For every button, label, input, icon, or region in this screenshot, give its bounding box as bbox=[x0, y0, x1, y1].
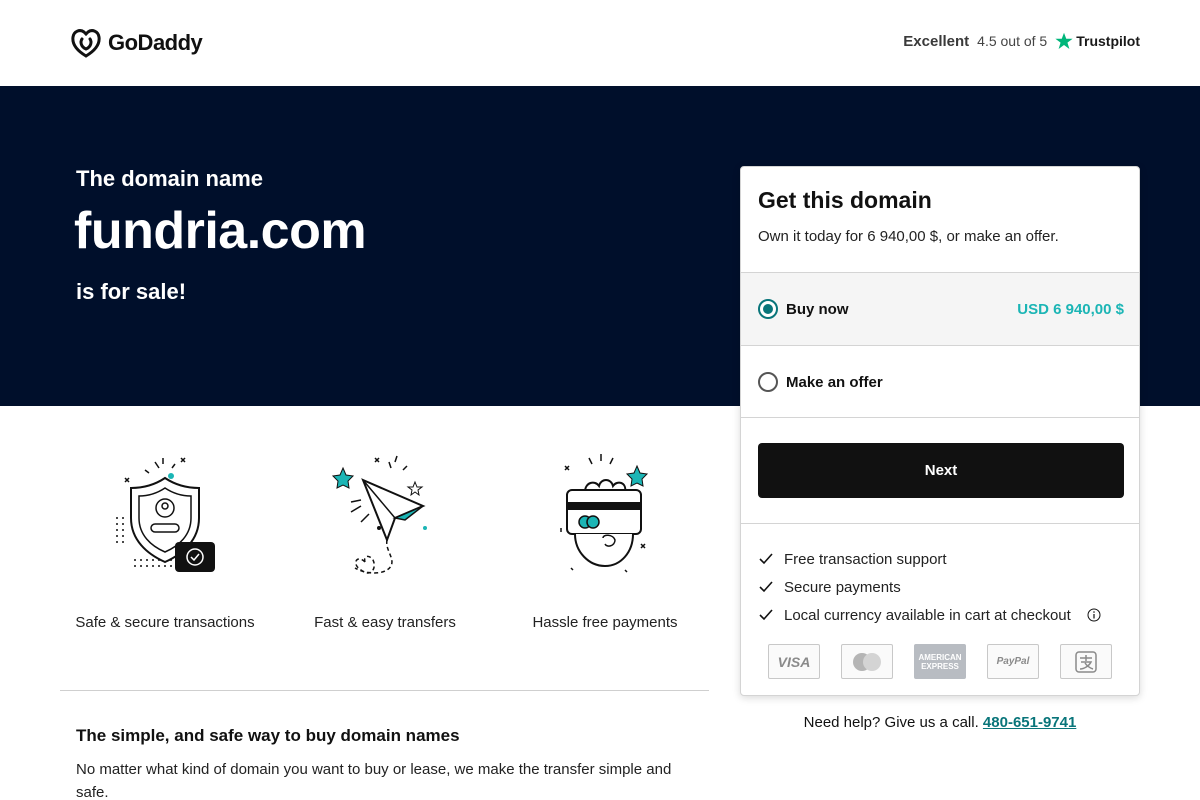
option-make-offer[interactable]: Make an offer bbox=[741, 345, 1139, 418]
feature-payments: Hassle free payments bbox=[500, 440, 710, 631]
trustpilot-rating[interactable]: Excellent 4.5 out of 5 Trustpilot bbox=[903, 32, 1140, 50]
radio-make-offer[interactable] bbox=[758, 372, 778, 392]
benefit-text: Secure payments bbox=[784, 578, 901, 596]
info-icon[interactable] bbox=[1087, 608, 1101, 622]
help-phone-link[interactable]: 480-651-9741 bbox=[983, 714, 1076, 731]
benefit-item: Secure payments bbox=[758, 573, 1101, 601]
hero-post-text: is for sale! bbox=[76, 279, 187, 304]
mastercard-icon bbox=[841, 644, 893, 679]
benefit-text: Free transaction support bbox=[784, 550, 947, 568]
option-buy-now[interactable]: Buy now USD 6 940,00 $ bbox=[741, 272, 1139, 345]
domain-name: fundria.com bbox=[74, 202, 367, 260]
card-divider bbox=[741, 523, 1139, 524]
help-line: Need help? Give us a call. 480-651-9741 bbox=[740, 714, 1140, 731]
card-subtitle: Own it today for 6 940,00 $, or make an … bbox=[758, 228, 1059, 245]
godaddy-logo[interactable]: GoDaddy bbox=[70, 28, 203, 58]
visa-icon: VISA bbox=[768, 644, 820, 679]
option-label: Buy now bbox=[786, 301, 849, 318]
benefit-item: Free transaction support bbox=[758, 545, 1101, 573]
next-button[interactable]: Next bbox=[758, 443, 1124, 498]
amex-icon: AMERICAN EXPRESS bbox=[914, 644, 966, 679]
alipay-icon bbox=[1060, 644, 1112, 679]
trust-rating-label: Excellent bbox=[903, 32, 970, 50]
paypal-icon: PayPal bbox=[987, 644, 1039, 679]
feature-label: Hassle free payments bbox=[532, 614, 678, 631]
trustpilot-label: Trustpilot bbox=[1076, 33, 1140, 49]
shield-icon bbox=[116, 457, 215, 572]
feature-label: Fast & easy transfers bbox=[314, 614, 456, 631]
feature-label: Safe & secure transactions bbox=[75, 614, 255, 631]
alipay-logo bbox=[1075, 650, 1097, 673]
info-text: No matter what kind of domain you want t… bbox=[76, 761, 672, 800]
checkmark-icon bbox=[759, 553, 773, 565]
top-bar: GoDaddy Excellent 4.5 out of 5 Trustpilo… bbox=[0, 0, 1200, 86]
benefit-text: Local currency available in cart at chec… bbox=[784, 606, 1071, 624]
card-title: Get this domain bbox=[758, 187, 932, 213]
checkmark-icon bbox=[759, 609, 773, 621]
feature-transfer: Fast & easy transfers bbox=[280, 440, 490, 631]
mastercard-logo bbox=[853, 652, 881, 671]
godaddy-logo-icon bbox=[71, 29, 101, 58]
trustpilot-brand: Trustpilot bbox=[1055, 32, 1140, 50]
star-icon bbox=[1055, 32, 1073, 49]
benefits-list: Free transaction support Secure payments… bbox=[758, 545, 1101, 629]
card-hand-icon bbox=[560, 454, 649, 573]
paper-plane-icon bbox=[331, 455, 427, 574]
feature-secure: Safe & secure transactions bbox=[60, 440, 270, 631]
payment-methods: VISA AMERICAN EXPRESS PayPal bbox=[768, 644, 1112, 679]
checkmark-icon bbox=[759, 581, 773, 593]
option-price: USD 6 940,00 $ bbox=[1017, 301, 1124, 318]
features-row: Safe & secure transactions Fast & easy t… bbox=[60, 440, 710, 640]
purchase-card: Get this domain Own it today for 6 940,0… bbox=[740, 166, 1140, 696]
radio-buy-now[interactable] bbox=[758, 299, 778, 319]
section-divider bbox=[60, 690, 709, 691]
hero-pre-text: The domain name bbox=[76, 166, 264, 191]
help-text: Need help? Give us a call. bbox=[803, 714, 979, 731]
info-title: The simple, and safe way to buy domain n… bbox=[76, 726, 460, 745]
trust-score: 4.5 out of 5 bbox=[977, 33, 1048, 49]
option-label: Make an offer bbox=[786, 374, 883, 391]
benefit-item: Local currency available in cart at chec… bbox=[758, 601, 1101, 629]
logo-text: GoDaddy bbox=[108, 30, 203, 55]
